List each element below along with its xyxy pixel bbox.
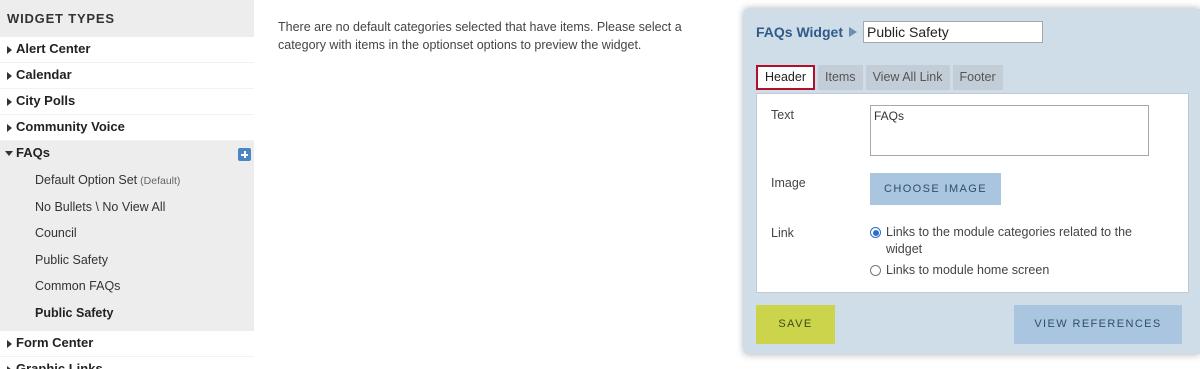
choose-image-button[interactable]: CHOOSE IMAGE (870, 173, 1001, 205)
link-option-categories[interactable]: Links to the module categories related t… (870, 224, 1156, 258)
link-field-label: Link (771, 226, 794, 240)
option-set-label: Default Option Set (35, 173, 138, 187)
link-option-home[interactable]: Links to module home screen (870, 262, 1156, 279)
expand-arrow-icon (7, 339, 12, 348)
tab-footer[interactable]: Footer (952, 65, 1003, 90)
tab-items[interactable]: Items (818, 65, 863, 90)
sidebar-item-calendar[interactable]: Calendar (0, 63, 254, 89)
no-items-message: There are no default categories selected… (278, 20, 682, 52)
sidebar-item-label: Alert Center (16, 41, 91, 56)
option-set-item[interactable]: Default Option Set (Default) (0, 167, 254, 194)
expand-arrow-icon (7, 124, 12, 132)
sidebar-title: WIDGET TYPES (7, 11, 115, 26)
radio-selected-icon[interactable] (870, 227, 881, 238)
sidebar-item-community-voice[interactable]: Community Voice (0, 115, 254, 141)
sidebar-item-graphic-links[interactable]: Graphic Links (0, 356, 254, 369)
header-tab-content: Text FAQs Image CHOOSE IMAGE Link Links … (756, 93, 1189, 293)
link-option-label: Links to module home screen (886, 263, 1050, 277)
text-field-label: Text (771, 108, 794, 122)
breadcrumb-arrow-icon (849, 27, 857, 37)
expand-arrow-icon (7, 98, 12, 106)
tab-view-all-link[interactable]: View All Link (865, 65, 950, 90)
option-set-name-input[interactable] (863, 21, 1043, 43)
expand-arrow-icon (7, 46, 12, 54)
editor-tabs: Header Items View All Link Footer (756, 65, 1003, 90)
option-set-label: Common FAQs (35, 279, 121, 294)
sidebar-item-label: Calendar (16, 67, 72, 82)
breadcrumb: FAQs Widget (756, 20, 1043, 44)
default-tag: (Default) (140, 175, 181, 187)
option-set-item-selected[interactable]: Public Safety (0, 300, 254, 327)
tab-header[interactable]: Header (756, 65, 815, 90)
image-field-label: Image (771, 176, 806, 190)
sidebar-item-label: FAQs (16, 145, 50, 160)
plus-icon[interactable] (238, 148, 251, 161)
header-text-field[interactable]: FAQs (870, 105, 1149, 156)
sidebar-item-form-center[interactable]: Form Center (0, 330, 254, 357)
panel-title[interactable]: FAQs Widget (756, 24, 843, 40)
faqs-option-sets: Default Option Set (Default) No Bullets \… (0, 167, 254, 327)
sidebar-item-faqs[interactable]: FAQs (0, 141, 254, 167)
collapse-arrow-icon (5, 151, 13, 156)
expand-arrow-icon (7, 365, 12, 369)
option-set-item[interactable]: Common FAQs (0, 273, 254, 300)
sidebar-item-alert-center[interactable]: Alert Center (0, 37, 254, 63)
view-references-button[interactable]: VIEW REFERENCES (1014, 305, 1182, 344)
option-set-label: No Bullets \ No View All (35, 199, 166, 214)
sidebar-item-city-polls[interactable]: City Polls (0, 89, 254, 115)
option-set-label: Council (35, 226, 77, 241)
sidebar-item-label: Form Center (16, 334, 94, 350)
option-set-item[interactable]: Council (0, 220, 254, 247)
link-option-label: Links to the module categories related t… (886, 225, 1132, 256)
radio-unselected-icon[interactable] (870, 265, 881, 276)
sidebar-item-label: Community Voice (16, 119, 125, 134)
widget-types-sidebar: WIDGET TYPES Alert Center Calendar City … (0, 0, 254, 369)
widget-editor-panel: FAQs Widget Header Items View All Link F… (744, 9, 1200, 354)
option-set-item[interactable]: No Bullets \ No View All (0, 194, 254, 221)
save-button[interactable]: SAVE (756, 305, 835, 344)
option-set-item[interactable]: Public Safety (0, 247, 254, 274)
sidebar-item-label: Graphic Links (16, 360, 103, 369)
expand-arrow-icon (7, 72, 12, 80)
option-set-label: Public Safety (35, 252, 108, 267)
sidebar-item-label: City Polls (16, 93, 76, 108)
option-set-label: Public Safety (35, 305, 114, 320)
